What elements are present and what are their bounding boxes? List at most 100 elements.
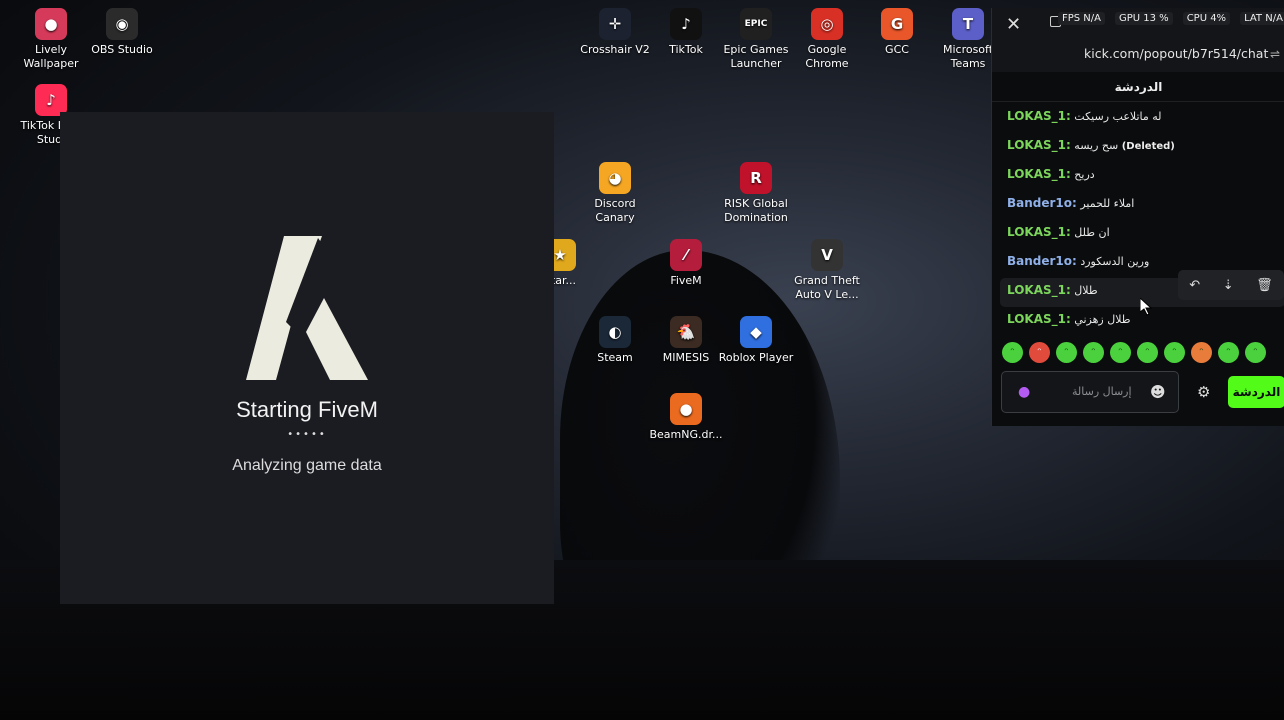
emote-icon[interactable]: ᵔ xyxy=(1083,342,1104,363)
progress-dots: ••••• xyxy=(287,429,327,440)
chat-username[interactable]: LOKAS_1: xyxy=(1007,109,1071,123)
emote-icon[interactable]: ᵔ xyxy=(1110,342,1131,363)
desktop-icon[interactable]: 🐔 MIMESIS xyxy=(648,316,724,365)
desktop-icon[interactable]: ✛ Crosshair V2 xyxy=(577,8,653,57)
chat-message[interactable]: LOKAS_1: دريح xyxy=(1000,162,1284,191)
desktop-icon[interactable]: ● BeamNG.dr... xyxy=(648,393,724,442)
app-icon: ⁄ xyxy=(670,239,702,271)
chat-input[interactable]: ● إرسال رسالة ☻ xyxy=(1001,371,1179,413)
pin-icon[interactable]: ⇣ xyxy=(1223,278,1234,293)
emote-icon[interactable]: ᵔ xyxy=(1029,342,1050,363)
site-info-icon[interactable]: ⇌ xyxy=(1270,47,1280,61)
desktop-icon-label: OBS Studio xyxy=(91,43,153,56)
app-icon: ◆ xyxy=(740,316,772,348)
chat-username[interactable]: Bander1o: xyxy=(1007,254,1077,268)
desktop-icon[interactable]: V Grand Theft Auto V Le... xyxy=(789,239,865,302)
app-icon: EPIC xyxy=(740,8,772,40)
desktop-icon-label: Steam xyxy=(597,351,633,364)
desktop-icon[interactable]: G GCC xyxy=(859,8,935,57)
desktop-icon-label: TikTok xyxy=(669,43,703,56)
app-icon: ◉ xyxy=(106,8,138,40)
delete-icon[interactable]: 🗑 xyxy=(1256,278,1273,293)
address-bar[interactable]: kick.com/popout/b7r514/chat xyxy=(1084,46,1268,61)
chat-message-text: دريح xyxy=(1074,168,1095,181)
app-icon: ● xyxy=(670,393,702,425)
desktop-icon-label: MIMESIS xyxy=(662,351,710,364)
chat-message[interactable]: LOKAS_1: ان طلل xyxy=(1000,220,1284,249)
desktop-icon-label: BeamNG.dr... xyxy=(649,428,723,441)
desktop-icon-label: Lively Wallpaper xyxy=(23,43,79,70)
app-icon: ✛ xyxy=(599,8,631,40)
desktop-icon[interactable]: ⁄ FiveM xyxy=(648,239,724,288)
chat-username[interactable]: LOKAS_1: xyxy=(1007,225,1071,239)
desktop-icon[interactable]: ◉ OBS Studio xyxy=(84,8,160,57)
app-icon: V xyxy=(811,239,843,271)
message-actions: ↶ ⇣ 🗑 xyxy=(1178,270,1284,300)
chat-input-placeholder: إرسال رسالة xyxy=(1072,385,1132,398)
chat-username[interactable]: LOKAS_1: xyxy=(1007,283,1071,297)
deleted-tag: (Deleted) xyxy=(1121,141,1175,152)
desktop-icon[interactable]: ◐ Steam xyxy=(577,316,653,365)
chat-message-text: ورين الدسكورد xyxy=(1080,255,1150,268)
fivem-launcher-window: Starting FiveM ••••• Analyzing game data xyxy=(60,112,554,604)
close-icon[interactable]: ✕ xyxy=(1006,14,1021,35)
desktop-icon[interactable]: ◕ Discord Canary xyxy=(577,162,653,225)
chat-message-text: سح ريسه xyxy=(1074,139,1119,152)
chat-message[interactable]: LOKAS_1: سح ريسه (Deleted) xyxy=(1000,133,1284,162)
desktop-icon[interactable]: ♪ TikTok xyxy=(648,8,724,57)
mouse-cursor-icon xyxy=(1140,298,1152,316)
fivem-logo-icon xyxy=(246,236,368,380)
desktop-icon-label: GCC xyxy=(885,43,909,56)
cpu-stat: CPU 4% xyxy=(1182,12,1231,25)
app-icon: ◐ xyxy=(599,316,631,348)
emote-icon[interactable]: ᵔ xyxy=(1137,342,1158,363)
chat-message[interactable]: Bander1o: املاء للحمير xyxy=(1000,191,1284,220)
chat-username[interactable]: LOKAS_1: xyxy=(1007,312,1071,326)
gear-icon[interactable]: ⚙ xyxy=(1197,383,1210,401)
app-icon: ♪ xyxy=(670,8,702,40)
emoji-icon[interactable]: ☻ xyxy=(1150,383,1166,401)
chat-message-text: له ماتلاعب رسيكت xyxy=(1074,110,1162,123)
desktop-icon[interactable]: ● Lively Wallpaper xyxy=(13,8,89,71)
chat-title: الدردشة xyxy=(992,72,1284,102)
emote-icon[interactable]: ᵔ xyxy=(1245,342,1266,363)
chat-username[interactable]: Bander1o: xyxy=(1007,196,1077,210)
chat-message-text: ان طلل xyxy=(1074,226,1110,239)
desktop-icon-label: Epic Games Launcher xyxy=(723,43,789,70)
desktop-icon[interactable]: ◆ Roblox Player xyxy=(718,316,794,365)
gpu-stat: GPU 13 % xyxy=(1115,12,1173,25)
chat-popout-window: ✕ FPS N/A GPU 13 % CPU 4% LAT N/A kick.c… xyxy=(991,8,1284,426)
app-icon: 🐔 xyxy=(670,316,702,348)
desktop-icon-label: FiveM xyxy=(670,274,702,287)
emote-icon[interactable]: ᵔ xyxy=(1056,342,1077,363)
chat-username[interactable]: LOKAS_1: xyxy=(1007,138,1071,152)
desktop-icon[interactable]: ◎ Google Chrome xyxy=(789,8,865,71)
desktop-icon[interactable]: R RISK Global Domination xyxy=(718,162,794,225)
chat-message-text: املاء للحمير xyxy=(1080,197,1135,210)
chat-username[interactable]: LOKAS_1: xyxy=(1007,167,1071,181)
emote-icon[interactable]: ᵔ xyxy=(1002,342,1023,363)
send-chat-button[interactable]: الدردشة xyxy=(1228,376,1284,408)
desktop-icon-label: Discord Canary xyxy=(594,197,636,224)
app-icon: ◎ xyxy=(811,8,843,40)
fps-stat: FPS N/A xyxy=(1058,12,1105,25)
app-icon: R xyxy=(740,162,772,194)
emote-icon[interactable]: ᵔ xyxy=(1164,342,1185,363)
desktop-icon-label: Crosshair V2 xyxy=(580,43,650,56)
desktop-icon-label: Grand Theft Auto V Le... xyxy=(794,274,860,301)
desktop-icon-label: RISK Global Domination xyxy=(724,197,788,224)
desktop-icon-label: Google Chrome xyxy=(805,43,849,70)
reply-icon[interactable]: ↶ xyxy=(1189,278,1200,293)
app-icon: ◕ xyxy=(599,162,631,194)
chat-message[interactable]: LOKAS_1: له ماتلاعب رسيكت xyxy=(1000,104,1284,133)
desktop-icon[interactable]: EPIC Epic Games Launcher xyxy=(718,8,794,71)
desktop-icon-label: Roblox Player xyxy=(718,351,794,364)
launcher-title: Starting FiveM xyxy=(236,397,378,422)
app-icon: G xyxy=(881,8,913,40)
launcher-status: Analyzing game data xyxy=(232,457,382,474)
latency-stat: LAT N/A xyxy=(1240,12,1284,25)
emote-bar: ᵔ ᵔ ᵔ ᵔ ᵔ ᵔ ᵔ ᵔ ᵔ ᵔ xyxy=(1002,342,1266,363)
emote-icon[interactable]: ᵔ xyxy=(1191,342,1212,363)
microphone-icon[interactable]: ● xyxy=(1018,384,1030,400)
emote-icon[interactable]: ᵔ xyxy=(1218,342,1239,363)
